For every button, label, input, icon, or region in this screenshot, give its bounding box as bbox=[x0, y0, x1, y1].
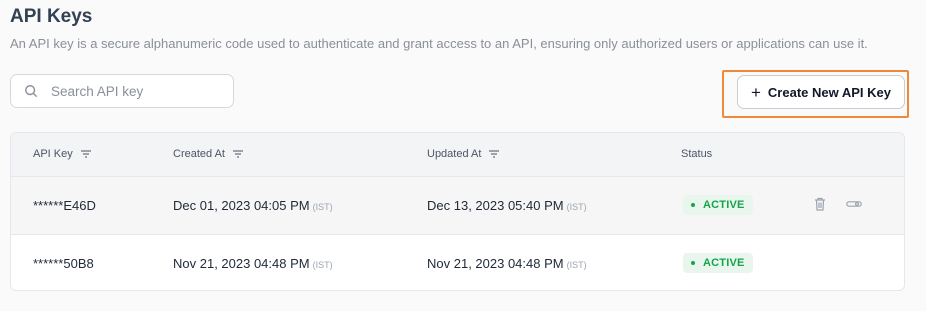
column-header-status: Status bbox=[681, 148, 712, 160]
create-api-key-button[interactable]: + Create New API Key bbox=[737, 75, 905, 109]
api-key-value: ******50B8 bbox=[33, 256, 94, 271]
column-label: API Key bbox=[33, 148, 73, 160]
status-label: ACTIVE bbox=[703, 199, 745, 211]
filter-icon[interactable] bbox=[489, 150, 500, 158]
updated-at-value: Dec 13, 2023 05:40 PM bbox=[427, 198, 564, 213]
page-title: API Keys bbox=[10, 6, 93, 27]
updated-at-cell: Dec 13, 2023 05:40 PM (IST) bbox=[427, 198, 587, 213]
column-header-updated-at[interactable]: Updated At bbox=[427, 148, 500, 160]
updated-at-value: Nov 21, 2023 04:48 PM bbox=[427, 256, 564, 271]
column-label: Status bbox=[681, 148, 713, 160]
created-at-cell: Dec 01, 2023 04:05 PM (IST) bbox=[173, 198, 333, 213]
updated-at-cell: Nov 21, 2023 04:48 PM (IST) bbox=[427, 256, 587, 271]
timezone-label: (IST) bbox=[312, 202, 333, 212]
key-icon[interactable] bbox=[846, 199, 862, 209]
table-row[interactable]: ******E46D Dec 01, 2023 04:05 PM (IST) De… bbox=[11, 177, 904, 235]
plus-icon: + bbox=[750, 82, 761, 102]
status-badge: ACTIVE bbox=[683, 253, 753, 273]
page-description: An API key is a secure alphanumeric code… bbox=[10, 36, 868, 51]
created-at-value: Nov 21, 2023 04:48 PM bbox=[173, 256, 310, 271]
column-label: Created At bbox=[173, 148, 225, 160]
status-label: ACTIVE bbox=[703, 257, 745, 269]
filter-icon[interactable] bbox=[232, 150, 243, 158]
search-icon bbox=[25, 85, 38, 98]
timezone-label: (IST) bbox=[566, 202, 587, 212]
table-header: API Key Created At Updated At Status bbox=[11, 133, 904, 177]
column-header-created-at[interactable]: Created At bbox=[173, 148, 243, 160]
column-label: Updated At bbox=[427, 148, 482, 160]
status-badge: ACTIVE bbox=[683, 195, 753, 215]
status-dot bbox=[691, 261, 695, 265]
search-input[interactable] bbox=[49, 82, 223, 100]
search-box[interactable] bbox=[10, 74, 234, 108]
trash-icon[interactable] bbox=[814, 197, 826, 211]
created-at-value: Dec 01, 2023 04:05 PM bbox=[173, 198, 310, 213]
table-row[interactable]: ******50B8 Nov 21, 2023 04:48 PM (IST) No… bbox=[11, 235, 904, 290]
created-at-cell: Nov 21, 2023 04:48 PM (IST) bbox=[173, 256, 333, 271]
api-keys-table: API Key Created At Updated At Status ***… bbox=[10, 132, 905, 291]
filter-icon[interactable] bbox=[80, 150, 91, 158]
timezone-label: (IST) bbox=[566, 260, 587, 270]
timezone-label: (IST) bbox=[312, 260, 333, 270]
create-api-key-label: Create New API Key bbox=[767, 84, 891, 100]
column-header-api-key[interactable]: API Key bbox=[33, 148, 91, 160]
status-dot bbox=[691, 203, 695, 207]
api-key-value: ******E46D bbox=[33, 198, 96, 213]
